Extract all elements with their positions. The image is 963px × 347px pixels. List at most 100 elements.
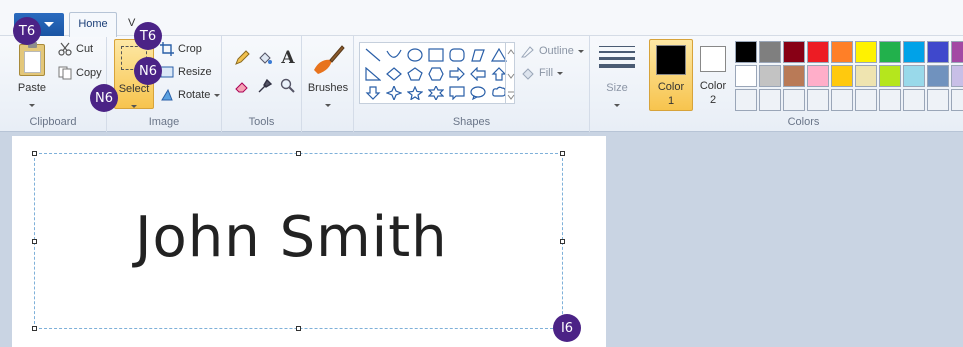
color-swatch[interactable] bbox=[951, 89, 963, 111]
fill-bucket-icon[interactable] bbox=[255, 48, 275, 68]
color-swatch[interactable] bbox=[759, 65, 781, 87]
color-swatch[interactable] bbox=[783, 65, 805, 87]
shapes-scrollbar[interactable] bbox=[505, 42, 515, 104]
brushes-button[interactable]: Brushes bbox=[306, 40, 350, 110]
tab-view[interactable]: V bbox=[128, 17, 135, 29]
canvas-text: John Smith bbox=[135, 205, 448, 270]
selection-handle-top-left[interactable] bbox=[32, 151, 37, 156]
left-arrow-shape-icon[interactable] bbox=[467, 64, 488, 83]
five-point-star-shape-icon[interactable] bbox=[404, 83, 425, 102]
rounded-rectangle-shape-icon[interactable] bbox=[446, 45, 467, 64]
color-swatch[interactable] bbox=[903, 89, 925, 111]
resize-icon bbox=[160, 66, 174, 78]
down-arrow-shape-icon[interactable] bbox=[362, 83, 383, 102]
selection-handle-bottom-left[interactable] bbox=[32, 326, 37, 331]
hexagon-shape-icon[interactable] bbox=[425, 64, 446, 83]
outline-button[interactable]: Outline bbox=[521, 44, 584, 58]
shapes-group: Outline Fill Shapes bbox=[354, 36, 590, 132]
color-swatch[interactable] bbox=[735, 65, 757, 87]
color-swatch[interactable] bbox=[855, 41, 877, 63]
color-swatch[interactable] bbox=[759, 41, 781, 63]
tools-group: A Tools bbox=[222, 36, 302, 132]
color-swatch[interactable] bbox=[759, 89, 781, 111]
color-swatch[interactable] bbox=[831, 65, 853, 87]
chevron-down-icon bbox=[29, 98, 35, 110]
chevron-down-icon bbox=[614, 98, 620, 110]
crop-button[interactable]: Crop bbox=[160, 42, 202, 56]
rect-callout-shape-icon[interactable] bbox=[446, 83, 467, 102]
six-point-star-shape-icon[interactable] bbox=[425, 83, 446, 102]
color-swatch[interactable] bbox=[807, 41, 829, 63]
copy-button[interactable]: Copy bbox=[58, 66, 102, 80]
eraser-icon[interactable] bbox=[232, 76, 252, 96]
tab-home[interactable]: Home bbox=[69, 12, 117, 37]
selection-handle-bottom[interactable] bbox=[296, 326, 301, 331]
curve-shape-icon[interactable] bbox=[383, 45, 404, 64]
brushes-group: Brushes bbox=[302, 36, 354, 132]
color-swatch[interactable] bbox=[735, 89, 757, 111]
selection-handle-left[interactable] bbox=[32, 239, 37, 244]
color-swatch[interactable] bbox=[927, 41, 949, 63]
color-swatch[interactable] bbox=[879, 65, 901, 87]
chevron-down-icon bbox=[131, 99, 137, 111]
oval-shape-icon[interactable] bbox=[404, 45, 425, 64]
colors-group-label: Colors bbox=[787, 116, 820, 128]
color-swatch[interactable] bbox=[951, 65, 963, 87]
fill-button[interactable]: Fill bbox=[521, 66, 564, 80]
right-triangle-shape-icon[interactable] bbox=[362, 64, 383, 83]
color-swatch[interactable] bbox=[879, 89, 901, 111]
color1-button[interactable]: Color 1 bbox=[649, 39, 693, 111]
color2-button[interactable]: Color 2 bbox=[694, 39, 732, 111]
text-tool-icon[interactable]: A bbox=[278, 48, 298, 68]
tools-group-label: Tools bbox=[248, 116, 275, 128]
resize-button[interactable]: Resize bbox=[160, 65, 212, 79]
image-group-label: Image bbox=[148, 116, 180, 128]
color-swatch[interactable] bbox=[783, 41, 805, 63]
color-palette bbox=[735, 41, 963, 111]
color-swatch[interactable] bbox=[927, 89, 949, 111]
paste-button[interactable]: Paste bbox=[12, 40, 52, 110]
selection-handle-top-right[interactable] bbox=[560, 151, 565, 156]
color-swatch[interactable] bbox=[879, 41, 901, 63]
color-swatch[interactable] bbox=[807, 65, 829, 87]
rectangle-shape-icon[interactable] bbox=[425, 45, 446, 64]
color-swatch[interactable] bbox=[855, 65, 877, 87]
polygon-shape-icon[interactable] bbox=[467, 45, 488, 64]
pencil-icon[interactable] bbox=[232, 48, 252, 68]
cut-label: Cut bbox=[76, 43, 94, 55]
color-swatch[interactable] bbox=[951, 41, 963, 63]
selection-handle-right[interactable] bbox=[560, 239, 565, 244]
color-swatch[interactable] bbox=[903, 41, 925, 63]
paste-label: Paste bbox=[17, 82, 47, 94]
brushes-label: Brushes bbox=[307, 82, 349, 94]
color-swatch[interactable] bbox=[807, 89, 829, 111]
step-badge: N6 bbox=[90, 84, 118, 112]
color-swatch[interactable] bbox=[927, 65, 949, 87]
selection-handle-top[interactable] bbox=[296, 151, 301, 156]
scroll-arrows-icon bbox=[507, 49, 515, 100]
outline-icon bbox=[521, 46, 534, 58]
cut-button[interactable]: Cut bbox=[58, 42, 93, 56]
color-swatch[interactable] bbox=[783, 89, 805, 111]
color-swatch[interactable] bbox=[855, 89, 877, 111]
magnifier-icon[interactable] bbox=[278, 76, 298, 96]
four-point-star-shape-icon[interactable] bbox=[383, 83, 404, 102]
color1-number: 1 bbox=[667, 95, 675, 107]
rotate-button[interactable]: Rotate bbox=[160, 88, 221, 102]
step-badge: I6 bbox=[553, 314, 581, 342]
color-swatch[interactable] bbox=[735, 41, 757, 63]
color-picker-icon[interactable] bbox=[255, 76, 275, 96]
pentagon-shape-icon[interactable] bbox=[404, 64, 425, 83]
diamond-shape-icon[interactable] bbox=[383, 64, 404, 83]
right-arrow-shape-icon[interactable] bbox=[446, 64, 467, 83]
color-swatch[interactable] bbox=[831, 41, 853, 63]
rotate-label: Rotate bbox=[178, 89, 211, 101]
color-swatch[interactable] bbox=[903, 65, 925, 87]
size-button[interactable]: Size bbox=[594, 40, 640, 110]
oval-callout-shape-icon[interactable] bbox=[467, 83, 488, 102]
color2-swatch bbox=[700, 46, 726, 72]
line-shape-icon[interactable] bbox=[362, 45, 383, 64]
chevron-down-icon bbox=[214, 93, 221, 97]
color-swatch[interactable] bbox=[831, 89, 853, 111]
step-badge: T6 bbox=[13, 17, 41, 45]
